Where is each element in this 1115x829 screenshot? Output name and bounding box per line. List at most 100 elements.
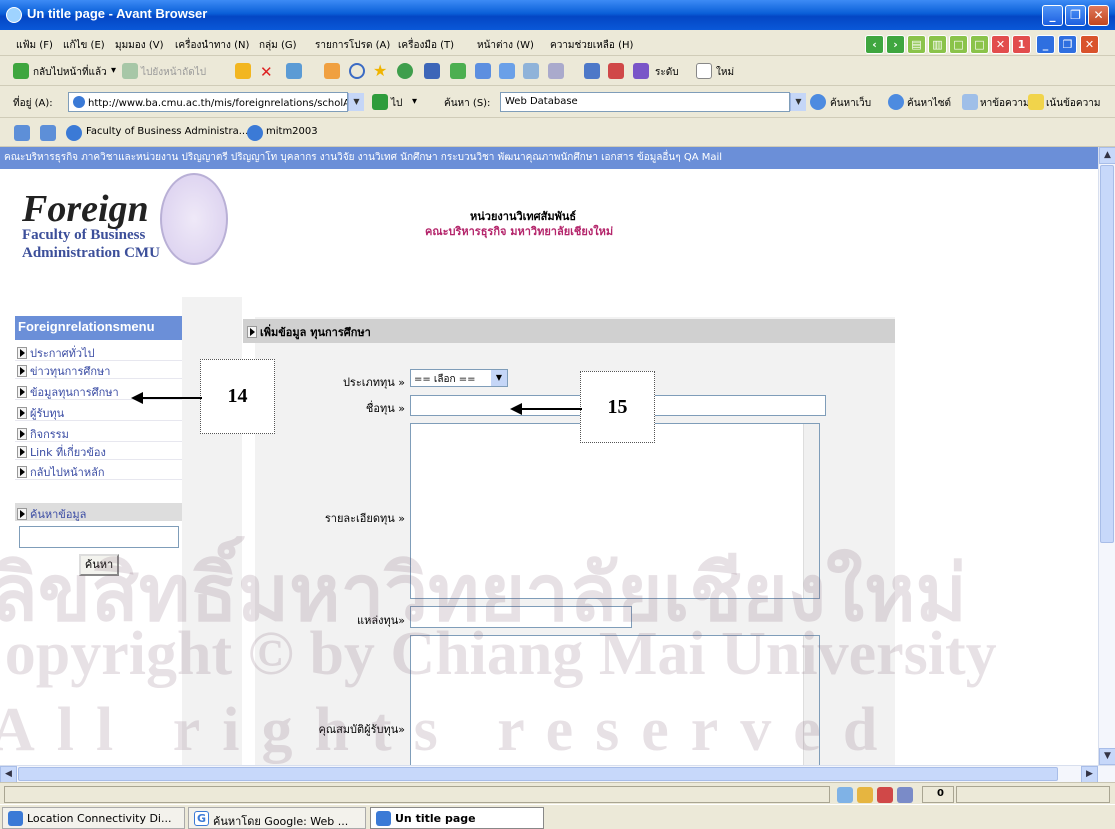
stop-icon[interactable]: ✕ (260, 63, 276, 81)
chevron-down-icon[interactable]: ▼ (491, 370, 507, 386)
task-location-connectivity[interactable]: Location Connectivity Di... (2, 807, 185, 829)
history-icon[interactable] (397, 63, 413, 79)
scholarship-source-input[interactable] (410, 606, 632, 628)
search-engine-dropdown[interactable]: ▼ (790, 93, 806, 111)
title-bar[interactable]: Un title page - Avant Browser _ ❐ ✕ (0, 0, 1115, 30)
sync-icon[interactable] (450, 63, 466, 79)
address-input[interactable]: http://www.ba.cmu.ac.th/mis/foreignrelat… (68, 92, 348, 112)
go-button[interactable]: ไป (391, 96, 402, 111)
connection-icon[interactable] (837, 787, 853, 803)
home-page-icon[interactable] (235, 63, 251, 79)
close-button[interactable]: ✕ (1088, 5, 1109, 26)
tile-vertical-icon[interactable]: ▥ (928, 35, 947, 54)
mail-icon[interactable] (499, 63, 515, 79)
scholarship-type-select[interactable]: == เลือก == ▼ (410, 369, 508, 387)
menu-window[interactable]: หน้าต่าง (W) (477, 38, 534, 53)
menu-navigate[interactable]: เครื่องนำทาง (N) (175, 38, 249, 53)
popup-blocker-icon[interactable] (877, 787, 893, 803)
site-search-icon[interactable] (888, 94, 904, 110)
web-search-icon[interactable] (810, 94, 826, 110)
scroll-up-icon[interactable]: ▲ (1099, 147, 1115, 164)
find-text-icon[interactable] (962, 94, 978, 110)
go-icon[interactable] (372, 94, 388, 110)
arrow-bullet-icon (17, 386, 27, 398)
tabs-icon[interactable] (14, 125, 30, 141)
side-menu-item[interactable]: ข่าวทุนการศึกษา (15, 362, 182, 379)
size-button[interactable]: ระดับ (655, 65, 679, 80)
new-button[interactable]: ใหม่ (716, 65, 734, 80)
side-menu-item[interactable]: กิจกรรม (15, 425, 182, 442)
horizontal-scrollbar[interactable]: ◀ ▶ (0, 765, 1115, 783)
tile-horizontal-icon[interactable]: ▤ (907, 35, 926, 54)
search-engine-input[interactable]: Web Database (500, 92, 790, 112)
home-icon[interactable] (324, 63, 340, 79)
cascade-icon[interactable]: □ (949, 35, 968, 54)
maximize-button[interactable]: ❐ (1065, 5, 1086, 26)
tab-mitm2003[interactable]: mitm2003 (266, 126, 318, 137)
image-icon[interactable] (584, 63, 600, 79)
browser-window: Un title page - Avant Browser _ ❐ ✕ แฟ้ม… (0, 0, 1115, 829)
tab-prev-icon[interactable]: ‹ (865, 35, 884, 54)
vertical-scrollbar[interactable]: ▲ ▼ (1098, 147, 1115, 765)
scroll-right-icon[interactable]: ▶ (1081, 766, 1098, 783)
side-menu-item[interactable]: Link ที่เกี่ยวข้อง (15, 443, 182, 460)
block-popup-icon[interactable] (608, 63, 624, 79)
menu-file[interactable]: แฟ้ม (F) (16, 38, 53, 53)
child-minimize-button[interactable]: _ (1036, 35, 1055, 54)
task-untitled-page[interactable]: Un title page (370, 807, 544, 829)
new-page-icon[interactable] (696, 63, 712, 79)
forward-icon[interactable] (122, 63, 138, 79)
site-search-input[interactable] (19, 526, 179, 548)
menu-favorites[interactable]: รายการโปรด (A) (315, 38, 390, 53)
side-menu-item[interactable]: ผู้รับทุน (15, 404, 182, 421)
tab-next-icon[interactable]: › (886, 35, 905, 54)
tab-list-icon[interactable] (40, 125, 56, 141)
web-search-button[interactable]: ค้นหาเว็บ (830, 96, 871, 111)
flash-icon[interactable] (633, 63, 649, 79)
back-icon[interactable] (13, 63, 29, 79)
scroll-left-icon[interactable]: ◀ (0, 766, 17, 783)
maximize-all-icon[interactable]: □ (970, 35, 989, 54)
close-all-icon[interactable]: ✕ (991, 35, 1010, 54)
highlight-icon[interactable] (1028, 94, 1044, 110)
tools-icon[interactable] (548, 63, 564, 79)
menu-edit[interactable]: แก้ไข (E) (63, 38, 105, 53)
one-window-icon[interactable]: 1 (1012, 35, 1031, 54)
menu-group[interactable]: กลุ่ม (G) (259, 38, 297, 53)
side-menu-item[interactable]: ประกาศทั่วไป (15, 344, 182, 361)
textarea-scrollbar[interactable] (803, 424, 819, 598)
scroll-thumb[interactable] (18, 767, 1058, 781)
scholarship-detail-textarea[interactable] (410, 423, 820, 599)
flash-status-icon[interactable] (897, 787, 913, 803)
address-dropdown[interactable]: ▼ (348, 93, 364, 111)
refresh-icon[interactable] (286, 63, 302, 79)
menu-tools[interactable]: เครื่องมือ (T) (398, 38, 454, 53)
minimize-button[interactable]: _ (1042, 5, 1063, 26)
tab-faculty[interactable]: Faculty of Business Administra... (86, 126, 248, 137)
translate-icon[interactable] (475, 63, 491, 79)
menu-help[interactable]: ความช่วยเหลือ (H) (550, 38, 633, 53)
scroll-thumb[interactable] (1100, 165, 1114, 543)
top-navigation[interactable]: คณะบริหารธุรกิจ ภาควิชาและหน่วยงาน ปริญญ… (0, 147, 1098, 169)
qualification-textarea[interactable] (410, 635, 820, 765)
find-text-button[interactable]: หาข้อความ (980, 96, 1030, 111)
side-menu-item[interactable]: กลับไปหน้าหลัก (15, 463, 182, 480)
child-restore-button[interactable]: ❐ (1058, 35, 1077, 54)
child-close-button[interactable]: ✕ (1080, 35, 1099, 54)
textarea-scrollbar[interactable] (803, 636, 819, 765)
forward-button[interactable]: ไปยังหน้าถัดไป (141, 65, 206, 80)
highlight-button[interactable]: เน้นข้อความ (1046, 96, 1100, 111)
site-search-button[interactable]: ค้นหาไซต์ (907, 96, 951, 111)
security-icon[interactable] (857, 787, 873, 803)
site-search-button[interactable]: ค้นหา (79, 554, 119, 576)
save-icon[interactable] (424, 63, 440, 79)
back-button[interactable]: กลับไปหน้าที่แล้ว (33, 65, 107, 80)
task-google-search[interactable]: G ค้นหาโดย Google: Web ... (188, 807, 366, 829)
logo-faculty: Faculty of Business (22, 227, 146, 243)
favorites-icon[interactable]: ★ (373, 61, 389, 80)
status-count: 0 (922, 786, 954, 803)
print-icon[interactable] (523, 63, 539, 79)
scroll-down-icon[interactable]: ▼ (1099, 748, 1115, 765)
search-icon[interactable] (349, 63, 365, 79)
menu-view[interactable]: มุมมอง (V) (115, 38, 164, 53)
